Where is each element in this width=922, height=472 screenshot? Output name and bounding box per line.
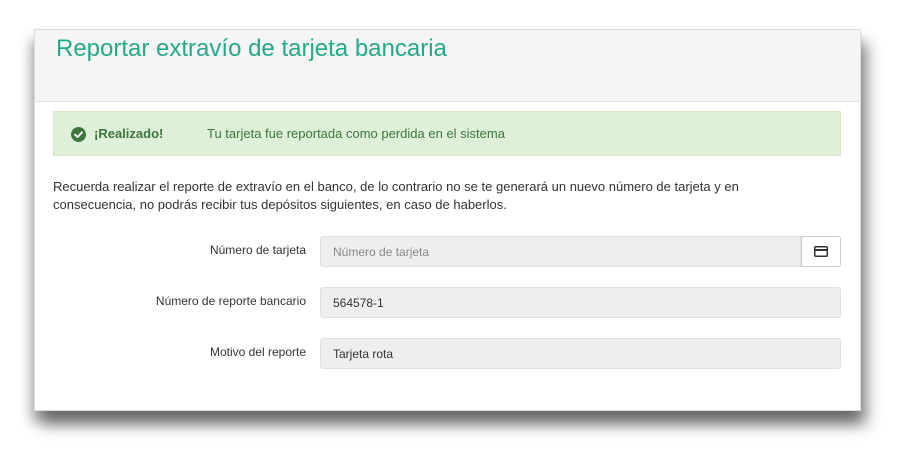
- alert-title: ¡Realizado!: [94, 126, 164, 141]
- card-number-input[interactable]: [320, 236, 801, 267]
- bank-report-number-input[interactable]: [320, 287, 841, 318]
- notice-text: Recuerda realizar el reporte de extravío…: [53, 179, 739, 212]
- card-number-addon[interactable]: [801, 236, 841, 267]
- card-number-label: Número de tarjeta: [209, 243, 306, 257]
- page-title: Reportar extravío de tarjeta bancaria: [56, 35, 447, 62]
- success-alert: ¡Realizado! Tu tarjeta fue reportada com…: [53, 111, 841, 156]
- report-reason-input[interactable]: [320, 338, 841, 369]
- card-header: Reportar extravío de tarjeta bancaria: [35, 30, 860, 102]
- report-reason-label: Motivo del reporte: [209, 345, 306, 359]
- report-card: Reportar extravío de tarjeta bancaria ¡R…: [34, 29, 861, 411]
- credit-card-icon: [814, 246, 828, 257]
- bank-report-number-label: Número de reporte bancario: [155, 294, 306, 308]
- check-circle-icon: [71, 127, 86, 142]
- alert-message: Tu tarjeta fue reportada como perdida en…: [207, 126, 505, 141]
